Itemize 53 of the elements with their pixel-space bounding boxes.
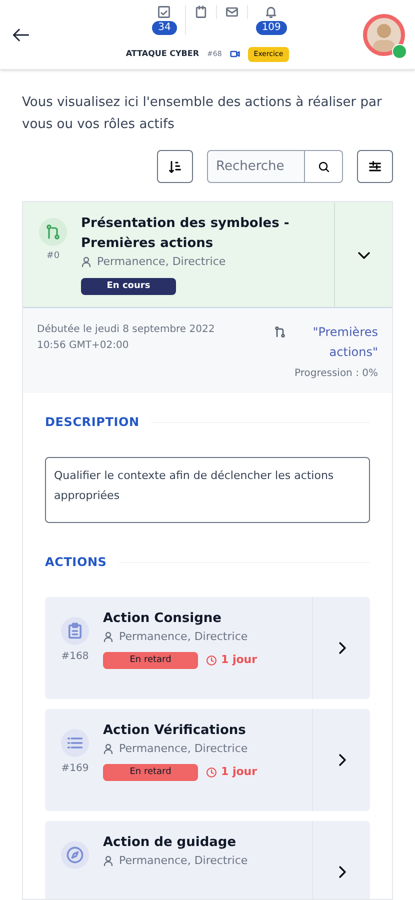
section-heading: ACTIONS bbox=[45, 554, 107, 571]
step-title: Présentation des symboles - Premières actions bbox=[81, 215, 290, 253]
action-title: Action Consigne bbox=[103, 610, 222, 628]
action-roles: Permanence, Directrice bbox=[119, 741, 248, 757]
action-number: #168 bbox=[61, 650, 89, 664]
bell-icon bbox=[264, 5, 278, 19]
video-icon bbox=[230, 50, 240, 58]
step-roles: Permanence, Directrice bbox=[97, 254, 226, 270]
clock-icon bbox=[206, 654, 217, 666]
search-button[interactable] bbox=[305, 150, 343, 183]
branch-icon bbox=[274, 326, 286, 338]
search-field[interactable]: Recherche bbox=[207, 150, 305, 183]
filter-icon bbox=[368, 160, 382, 174]
action-roles: Permanence, Directrice bbox=[119, 629, 248, 645]
description-box: Qualifier le contexte afin de déclencher les actions appropriées bbox=[45, 457, 370, 523]
filter-button[interactable] bbox=[357, 150, 393, 183]
person-icon bbox=[103, 855, 115, 868]
intro-text: Vous visualisez ici l'ensemble des actions à réaliser par vous ou vos rôles actifs bbox=[21, 94, 383, 134]
action-title: Action de guidage bbox=[103, 834, 238, 852]
count-badge: 109 bbox=[256, 21, 287, 35]
status-badge: En cours bbox=[81, 278, 176, 295]
avatar[interactable] bbox=[363, 14, 405, 56]
mail-icon bbox=[224, 5, 239, 19]
sort-icon bbox=[168, 160, 182, 174]
start-date: Débutée le jeudi 8 septembre 2022 10:56 GMT+02:00 bbox=[37, 323, 216, 353]
step-link[interactable]: "Premières actions" bbox=[274, 322, 378, 362]
count-badge: 34 bbox=[152, 21, 177, 35]
action-card[interactable]: Action de guidage Permanence, Directrice bbox=[45, 821, 370, 899]
delay-text: 1 jour bbox=[221, 652, 258, 668]
status-badge-icon bbox=[392, 44, 407, 59]
person-icon bbox=[103, 743, 115, 756]
action-card[interactable]: #168 Action Consigne Permanence, Directrice En retard 1 jour bbox=[45, 597, 370, 699]
calendar-icon bbox=[194, 5, 208, 19]
delay-text: 1 jour bbox=[221, 764, 258, 780]
status-badge: En retard bbox=[103, 652, 198, 669]
status-badge: En retard bbox=[103, 764, 198, 781]
action-card[interactable]: #169 Action Vérifications Permanence, Directrice En retard 1 jour bbox=[45, 709, 370, 811]
clipboard-icon bbox=[66, 622, 84, 640]
person-icon bbox=[81, 256, 93, 268]
progress-text: Progression : 0% bbox=[294, 367, 378, 381]
compass-icon bbox=[66, 846, 84, 864]
branch-icon bbox=[45, 224, 61, 240]
action-number: #169 bbox=[61, 762, 89, 776]
checkbox-icon bbox=[157, 5, 172, 19]
section-heading: DESCRIPTION bbox=[45, 414, 140, 431]
sort-button[interactable] bbox=[157, 150, 193, 183]
step-number: #0 bbox=[46, 250, 60, 263]
clock-icon bbox=[206, 766, 217, 778]
crisis-title: ATTAQUE CYBER bbox=[126, 48, 200, 60]
action-title: Action Vérifications bbox=[103, 722, 247, 740]
search-icon bbox=[318, 160, 330, 172]
action-roles: Permanence, Directrice bbox=[119, 853, 248, 869]
person-icon bbox=[103, 631, 115, 644]
